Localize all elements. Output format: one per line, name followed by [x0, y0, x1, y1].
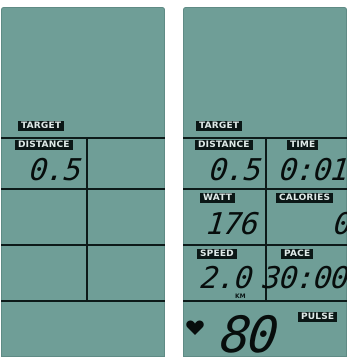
divider [1, 300, 165, 302]
calories-label: CALORIES [276, 193, 334, 203]
divider [183, 244, 347, 246]
pulse-label: PULSE [298, 312, 338, 322]
pace-value: 30:00 [260, 261, 347, 296]
divider [86, 137, 88, 301]
heart-icon [186, 320, 204, 336]
speed-label: SPEED [197, 249, 237, 259]
divider [183, 188, 347, 190]
distance-label: DISTANCE [15, 140, 73, 150]
speed-value: 2.0 [198, 261, 254, 296]
distance-value: 0.5 [27, 153, 83, 188]
target-label: TARGET [196, 121, 243, 131]
calories-value: 0 [332, 207, 347, 242]
time-value: 0:01 [277, 153, 347, 188]
time-label: TIME [287, 140, 319, 150]
divider [183, 300, 347, 302]
divider [1, 244, 165, 246]
pulse-value: 80 [217, 306, 279, 364]
divider [1, 188, 165, 190]
distance-label: DISTANCE [195, 140, 253, 150]
divider [1, 137, 165, 139]
distance-value: 0.5 [207, 153, 263, 188]
watt-value: 176 [204, 207, 260, 242]
left-lcd-display: TARGET DISTANCE 0.5 [1, 7, 165, 357]
watt-label: WATT [200, 193, 236, 203]
pace-label: PACE [281, 249, 314, 259]
speed-unit: KM [235, 293, 246, 300]
target-label: TARGET [18, 121, 65, 131]
right-lcd-display: TARGET DISTANCE 0.5 TIME 0:01 WATT 176 C… [183, 7, 347, 364]
